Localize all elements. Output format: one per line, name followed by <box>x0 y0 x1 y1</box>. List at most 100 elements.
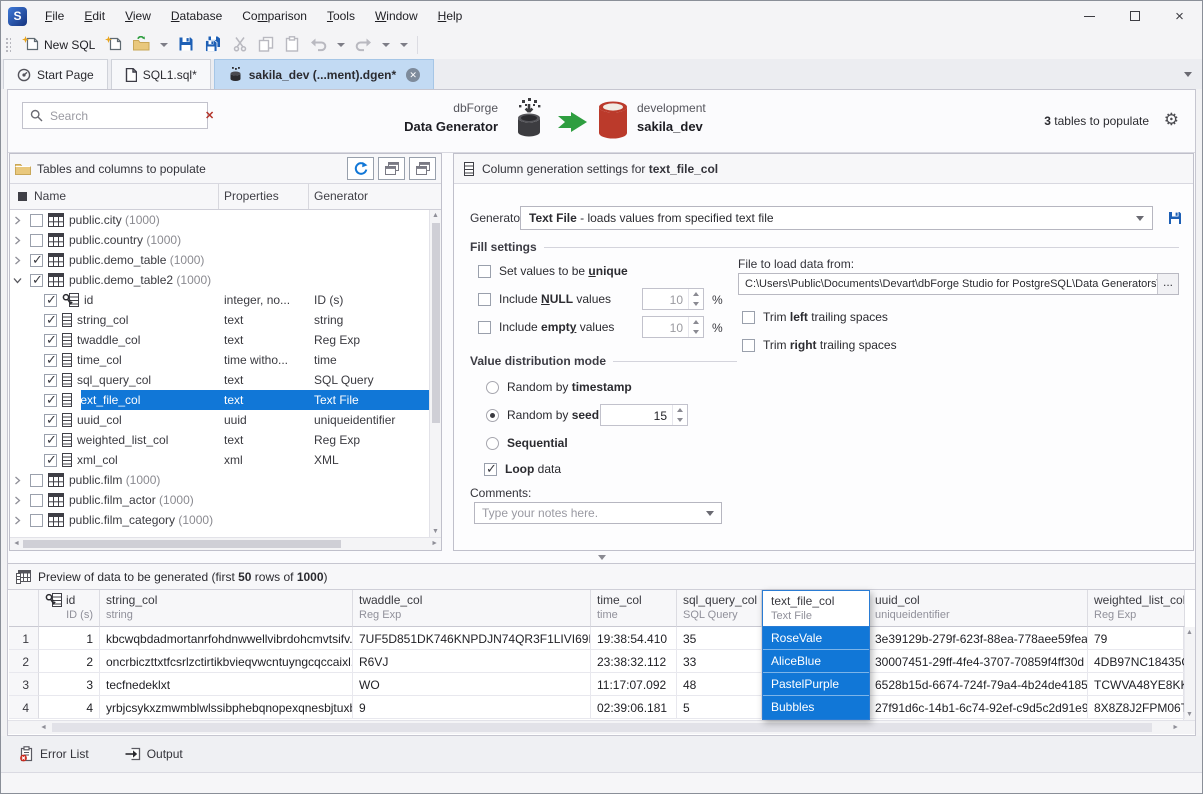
search-clear-icon[interactable]: ✕ <box>205 109 214 122</box>
row-checkbox[interactable] <box>30 513 43 527</box>
checkbox-icon[interactable] <box>484 461 497 477</box>
preview-cell[interactable]: 02:39:06.181 <box>591 696 677 719</box>
browse-button[interactable]: ... <box>1157 274 1178 294</box>
row-checkbox[interactable] <box>44 352 57 368</box>
preview-cell[interactable]: TCWVA48YE8KKA <box>1088 673 1185 696</box>
checkbox-icon[interactable] <box>478 292 491 306</box>
tree-row-public.demo_table[interactable]: public.demo_table (1000) <box>10 250 441 270</box>
save-generator-icon[interactable] <box>1167 210 1183 229</box>
dropdown-item-aliceblue[interactable]: AliceBlue <box>763 650 869 673</box>
random-by-seed-radio[interactable]: Random by seed <box>486 408 599 422</box>
tree-horizontal-scrollbar[interactable]: ◄ ► <box>10 537 441 550</box>
search-input[interactable] <box>50 108 205 123</box>
tree-header-properties[interactable]: Properties <box>224 189 279 203</box>
tab-list-dropdown[interactable] <box>1184 72 1192 77</box>
preview-cell[interactable]: 1 <box>39 627 100 650</box>
row-checkbox[interactable] <box>30 493 43 507</box>
refresh-button[interactable] <box>347 157 374 180</box>
preview-column-header-twaddle_col[interactable]: twaddle_col Reg Exp <box>353 590 591 627</box>
preview-cell[interactable]: 3 <box>39 673 100 696</box>
tab-close-icon[interactable]: ✕ <box>406 67 421 82</box>
row-checkbox[interactable] <box>44 312 57 328</box>
new-file-button[interactable] <box>100 33 127 57</box>
row-checkbox[interactable] <box>44 292 57 308</box>
scroll-thumb[interactable] <box>23 540 341 548</box>
tree-row-twaddle_col[interactable]: twaddle_col text Reg Exp <box>10 330 441 350</box>
row-checkbox[interactable] <box>44 392 57 408</box>
row-checkbox[interactable] <box>44 372 57 388</box>
trim-right-checkbox[interactable]: Trim right trailing spaces <box>742 338 897 352</box>
row-checkbox[interactable] <box>30 233 43 247</box>
checkbox-icon[interactable] <box>478 264 491 278</box>
preview-cell[interactable]: WO <box>353 673 591 696</box>
chevron-right-icon[interactable] <box>10 513 24 527</box>
undo-button[interactable] <box>305 33 332 57</box>
horizontal-splitter[interactable] <box>8 551 1195 563</box>
empty-percent-spinner[interactable]: 10 <box>642 316 704 338</box>
tree-column-headers[interactable]: Name Properties Generator <box>10 184 441 210</box>
redo-button[interactable] <box>350 33 377 57</box>
tree-row-id[interactable]: id integer, no... ID (s) <box>10 290 441 310</box>
preview-column-header-time_col[interactable]: time_col time <box>591 590 677 627</box>
preview-column-header-sql_query_col[interactable]: sql_query_col SQL Query <box>677 590 762 627</box>
scroll-up-icon[interactable]: ▲ <box>432 212 439 219</box>
undo-dropdown[interactable] <box>337 43 346 47</box>
preview-cell[interactable]: 4 <box>39 696 100 719</box>
chevron-down-icon[interactable] <box>1136 215 1144 221</box>
preview-cell[interactable]: 48 <box>677 673 762 696</box>
close-button[interactable]: × <box>1157 1 1202 31</box>
collapse-splitter-icon[interactable] <box>597 554 606 560</box>
preview-cell[interactable]: 35 <box>677 627 762 650</box>
chevron-right-icon[interactable] <box>10 493 24 507</box>
row-header[interactable]: 1 <box>9 627 39 650</box>
preview-cell[interactable]: 11:17:07.092 <box>591 673 677 696</box>
radio-icon[interactable] <box>486 436 499 450</box>
open-file-button[interactable] <box>127 33 155 57</box>
preview-cell[interactable]: 23:38:32.112 <box>591 650 677 673</box>
menu-item-view[interactable]: View <box>115 5 161 27</box>
checkbox-icon[interactable] <box>478 320 491 334</box>
tab-start-page[interactable]: Start Page <box>3 59 108 89</box>
preview-cell[interactable]: 33 <box>677 650 762 673</box>
include-empty-checkbox[interactable]: Include empty values <box>478 320 614 334</box>
cut-button[interactable] <box>227 33 253 57</box>
tree-row-public.city[interactable]: public.city (1000) <box>10 210 441 230</box>
minimize-button[interactable] <box>1067 1 1112 31</box>
open-file-dropdown[interactable] <box>160 43 169 47</box>
preview-cell[interactable]: 9 <box>353 696 591 719</box>
file-path-input[interactable]: C:\Users\Public\Documents\Devart\dbForge… <box>738 273 1179 295</box>
tree-row-public.film[interactable]: public.film (1000) <box>10 470 441 490</box>
preview-cell[interactable]: 3e39129b-279f-623f-88ea-778aee59fea3 <box>869 627 1088 650</box>
menu-item-window[interactable]: Window <box>365 5 428 27</box>
menu-item-database[interactable]: Database <box>161 5 232 27</box>
row-checkbox[interactable] <box>30 272 43 288</box>
copy-button[interactable] <box>253 33 279 57</box>
tree-row-public.film_category[interactable]: public.film_category (1000) <box>10 510 441 530</box>
maximize-button[interactable] <box>1112 1 1157 31</box>
scroll-right-icon[interactable]: ► <box>1172 724 1179 731</box>
tree-vertical-scrollbar[interactable]: ▲ ▼ <box>429 210 441 537</box>
dropdown-item-bubbles[interactable]: Bubbles <box>763 696 869 719</box>
scroll-down-icon[interactable]: ▼ <box>1186 711 1193 718</box>
preview-horizontal-scrollbar[interactable]: ◄ ► <box>8 720 1195 734</box>
preview-cell[interactable]: 6528b15d-6674-724f-79a4-4b24de418577 <box>869 673 1088 696</box>
chevron-right-icon[interactable] <box>10 253 24 267</box>
row-checkbox[interactable] <box>30 252 43 268</box>
checkbox-icon[interactable] <box>742 310 755 324</box>
save-all-button[interactable] <box>199 33 227 57</box>
dropdown-item-pastelpurple[interactable]: PastelPurple <box>763 673 869 696</box>
tree-row-text_file_col[interactable]: text_file_col text Text File <box>10 390 441 410</box>
menu-item-help[interactable]: Help <box>428 5 473 27</box>
row-header[interactable]: 4 <box>9 696 39 719</box>
preview-cell[interactable]: 2 <box>39 650 100 673</box>
tree-row-sql_query_col[interactable]: sql_query_col text SQL Query <box>10 370 441 390</box>
menu-item-tools[interactable]: Tools <box>317 5 365 27</box>
scroll-down-icon[interactable]: ▼ <box>432 528 439 535</box>
expand-all-button[interactable] <box>378 157 405 180</box>
scroll-up-icon[interactable]: ▲ <box>1186 629 1193 636</box>
toolbar-grip[interactable] <box>5 37 11 53</box>
radio-icon[interactable] <box>486 380 499 394</box>
preview-cell[interactable]: kbcwqbdadmortanrfohdnwwellvibrdohcmvtsif… <box>100 627 353 650</box>
scroll-right-icon[interactable]: ► <box>431 540 438 547</box>
preview-cell[interactable]: 7UF5D851DK746KNPDJN74QR3F1LIVI69D1TJ7... <box>353 627 591 650</box>
